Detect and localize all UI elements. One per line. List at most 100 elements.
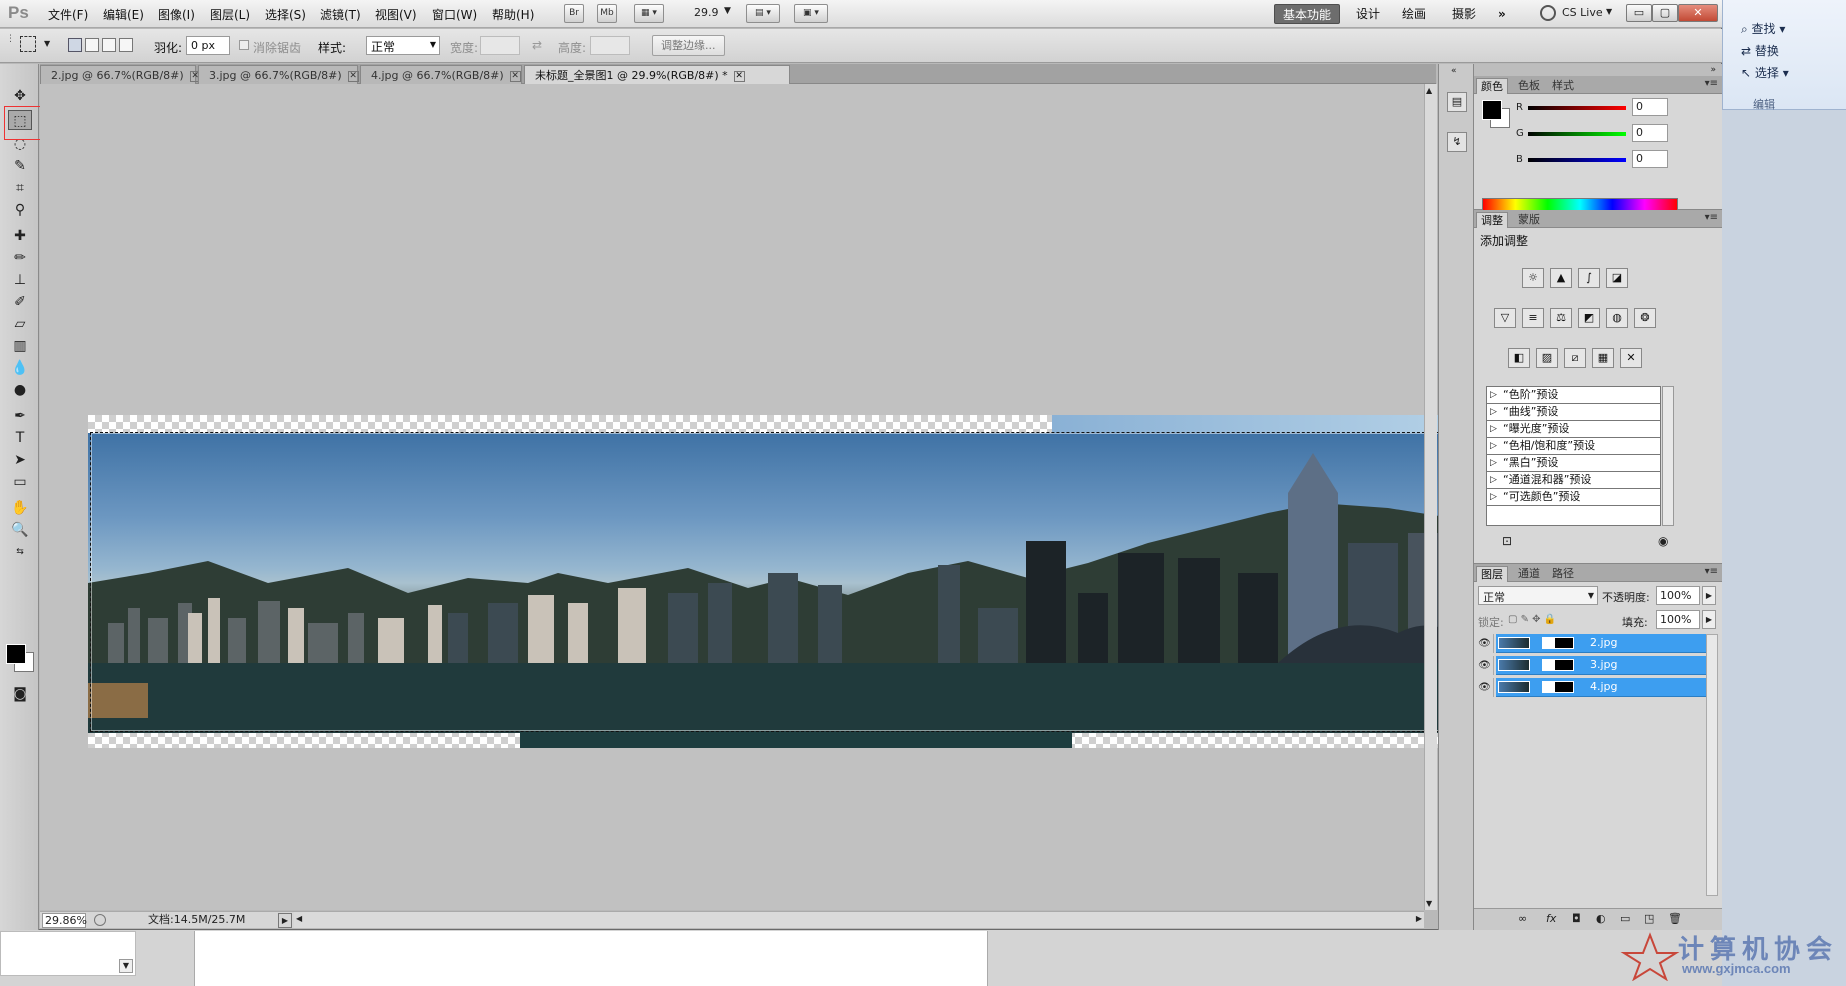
menu-select[interactable]: 选择(S) <box>265 6 306 23</box>
healing-brush-tool-icon[interactable]: ✚ <box>8 226 32 246</box>
horizontal-scrollbar[interactable]: ◀ ▶ <box>294 911 1424 928</box>
eye-icon[interactable]: 👁 <box>1476 634 1494 653</box>
add-to-selection-icon[interactable] <box>85 38 99 52</box>
tab-color[interactable]: 颜色 <box>1476 78 1508 94</box>
feather-input[interactable] <box>186 36 230 55</box>
dropdown-arrow-icon[interactable]: ▼ <box>119 959 133 973</box>
vertical-scrollbar[interactable]: ▲ ▼ <box>1424 84 1437 910</box>
menu-filter[interactable]: 滤镜(T) <box>320 6 361 23</box>
list-item[interactable]: “色阶”预设 <box>1487 387 1660 404</box>
menu-image[interactable]: 图像(I) <box>158 6 195 23</box>
color-balance-icon[interactable]: ⚖ <box>1550 308 1572 328</box>
adjustment-layer-icon[interactable]: ◐ <box>1596 912 1606 925</box>
scroll-up-icon[interactable]: ▲ <box>1426 86 1432 95</box>
marquee-selection[interactable] <box>90 432 1450 732</box>
tab-paths[interactable]: 路径 <box>1548 566 1578 582</box>
minimize-button[interactable]: ▭ <box>1626 4 1652 22</box>
menu-window[interactable]: 窗口(W) <box>432 6 477 23</box>
layer-body[interactable]: 3.jpg <box>1496 656 1718 675</box>
marquee-preset-icon[interactable] <box>20 36 36 52</box>
layer-mask-thumbnail[interactable] <box>1542 681 1574 693</box>
black-white-icon[interactable]: ◩ <box>1578 308 1600 328</box>
menu-file[interactable]: 文件(F) <box>48 6 88 23</box>
maximize-button[interactable]: ▢ <box>1652 4 1678 22</box>
levels-icon[interactable]: ▲ <box>1550 268 1572 288</box>
document-canvas[interactable] <box>88 415 1452 748</box>
actions-panel-icon[interactable]: ↯ <box>1447 132 1467 152</box>
eraser-tool-icon[interactable]: ▱ <box>8 314 32 334</box>
workspace-design[interactable]: 设计 <box>1348 4 1388 24</box>
layer-mask-thumbnail[interactable] <box>1542 659 1574 671</box>
foreground-color-swatch[interactable] <box>6 644 26 664</box>
crop-tool-icon[interactable]: ⌗ <box>8 178 32 198</box>
zoom-dropdown-icon[interactable]: ▼ <box>724 6 731 16</box>
status-zoom-field[interactable]: 29.86% <box>42 913 87 928</box>
tab-masks[interactable]: 蒙版 <box>1514 212 1544 228</box>
brush-tool-icon[interactable]: ✏ <box>8 248 32 268</box>
gradient-map-icon[interactable]: ▦ <box>1592 348 1614 368</box>
new-selection-icon[interactable] <box>68 38 82 52</box>
opacity-input[interactable]: 100% <box>1656 586 1700 605</box>
expand-dock-icon[interactable]: « <box>1451 66 1457 76</box>
cs-live-button[interactable]: CS Live <box>1562 6 1603 19</box>
blue-slider[interactable] <box>1528 158 1626 162</box>
hue-saturation-icon[interactable]: ≡ <box>1522 308 1544 328</box>
posterize-icon[interactable]: ▨ <box>1536 348 1558 368</box>
lock-icons[interactable]: ▢ ✎ ✥ 🔒 <box>1508 614 1556 625</box>
bridge-button[interactable]: Br <box>564 4 584 23</box>
cs-live-dropdown-icon[interactable]: ▼ <box>1606 7 1612 16</box>
threshold-icon[interactable]: ⧄ <box>1564 348 1586 368</box>
replace-button[interactable]: ⇄ 替换 <box>1741 42 1779 59</box>
panel-menu-icon[interactable]: ▾≡ <box>1705 78 1718 89</box>
eyedropper-tool-icon[interactable]: ⚲ <box>8 200 32 220</box>
swap-dimensions-icon[interactable]: ⇄ <box>532 38 542 52</box>
select-button[interactable]: ↖ 选择 ▾ <box>1741 64 1789 81</box>
fill-input[interactable]: 100% <box>1656 610 1700 629</box>
new-group-icon[interactable]: ▭ <box>1620 912 1630 925</box>
vibrance-icon[interactable]: ▽ <box>1494 308 1516 328</box>
scroll-right-icon[interactable]: ▶ <box>1416 914 1422 923</box>
menu-layer[interactable]: 图层(L) <box>210 6 250 23</box>
status-menu-icon[interactable]: ▶ <box>278 913 292 928</box>
rectangle-tool-icon[interactable]: ▭ <box>8 472 32 492</box>
arrange-documents-button[interactable]: ▤ ▾ <box>746 4 780 23</box>
scroll-down-icon[interactable]: ▼ <box>1426 899 1432 908</box>
list-item[interactable]: “曲线”预设 <box>1487 404 1660 421</box>
add-mask-icon[interactable]: ◘ <box>1572 912 1581 925</box>
list-item[interactable]: “黑白”预设 <box>1487 455 1660 472</box>
screen-mode-button[interactable]: ▣ ▾ <box>794 4 828 23</box>
tab-4jpg[interactable]: 4.jpg @ 66.7%(RGB/8#) ✕ <box>360 65 522 84</box>
menu-edit[interactable]: 编辑(E) <box>103 6 144 23</box>
layer-row[interactable]: 👁 4.jpg <box>1476 678 1718 697</box>
status-info-icon[interactable] <box>94 914 106 926</box>
tab-styles[interactable]: 样式 <box>1548 78 1578 94</box>
photo-filter-icon[interactable]: ◍ <box>1606 308 1628 328</box>
presets-scrollbar[interactable] <box>1662 386 1674 526</box>
layer-row[interactable]: 👁 3.jpg <box>1476 656 1718 675</box>
list-item[interactable]: “通道混和器”预设 <box>1487 472 1660 489</box>
height-input[interactable] <box>590 36 630 55</box>
close-button[interactable]: ✕ <box>1678 4 1718 22</box>
intersect-selection-icon[interactable] <box>119 38 133 52</box>
layer-row[interactable]: 👁 2.jpg <box>1476 634 1718 653</box>
clone-stamp-tool-icon[interactable]: ⊥ <box>8 270 32 290</box>
find-button[interactable]: ⌕ 查找 ▾ <box>1741 20 1785 37</box>
history-panel-icon[interactable]: ▤ <box>1447 92 1467 112</box>
more-workspaces-button[interactable]: » <box>1490 4 1514 24</box>
gradient-tool-icon[interactable]: ▥ <box>8 336 32 356</box>
list-item[interactable]: “曝光度”预设 <box>1487 421 1660 438</box>
scroll-left-icon[interactable]: ◀ <box>296 914 302 923</box>
eye-icon[interactable]: 👁 <box>1476 678 1494 697</box>
collapse-panels-icon[interactable]: » <box>1710 65 1716 75</box>
layer-body[interactable]: 4.jpg <box>1496 678 1718 697</box>
hand-tool-icon[interactable]: ✋ <box>8 498 32 518</box>
green-value-input[interactable]: 0 <box>1632 124 1668 142</box>
zoom-tool-icon[interactable]: 🔍 <box>8 520 32 540</box>
zoom-level[interactable]: 29.9 <box>694 6 719 19</box>
invert-icon[interactable]: ◧ <box>1508 348 1530 368</box>
width-input[interactable] <box>480 36 520 55</box>
tab-panorama[interactable]: 未标题_全景图1 @ 29.9%(RGB/8#) * ✕ <box>524 65 790 84</box>
layer-body[interactable]: 2.jpg <box>1496 634 1718 653</box>
tab-2jpg[interactable]: 2.jpg @ 66.7%(RGB/8#) ✕ <box>40 65 201 84</box>
tool-preset-dropdown-icon[interactable]: ▼ <box>44 39 50 48</box>
